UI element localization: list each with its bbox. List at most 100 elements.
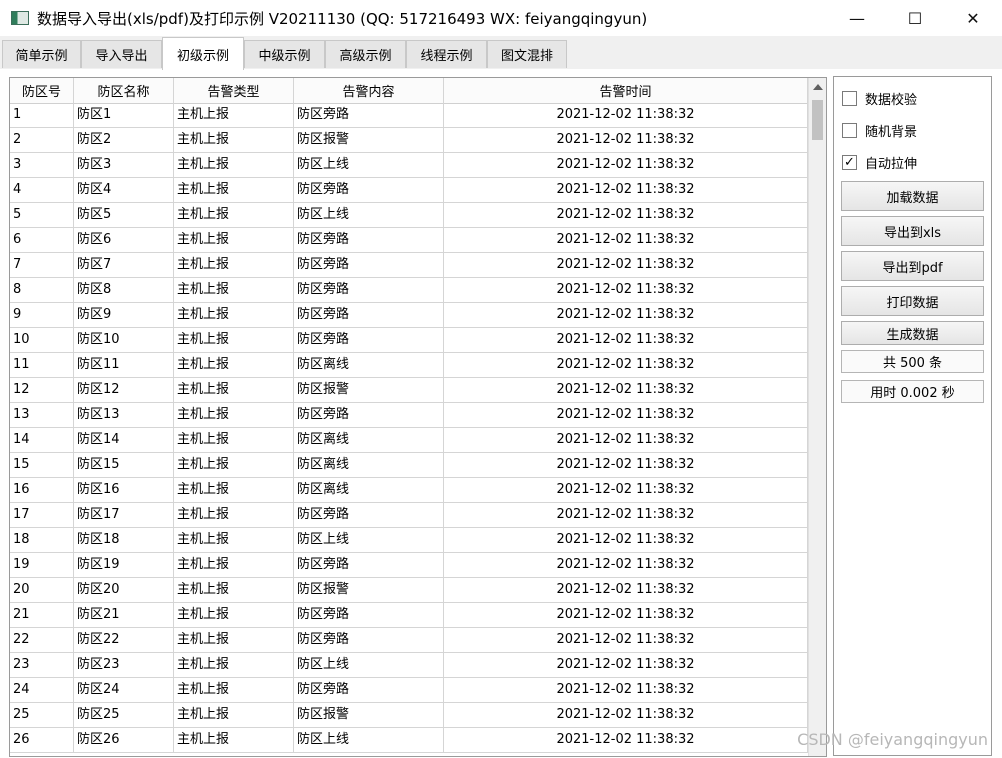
column-header-alarm-content[interactable]: 告警内容 (294, 78, 444, 103)
cell-alarm-content[interactable]: 防区上线 (294, 528, 444, 553)
cell-zone-id[interactable]: 4 (10, 178, 74, 203)
table-row[interactable]: 18 防区18 主机上报 防区上线 2021-12-02 11:38:32 (10, 528, 808, 553)
cell-zone-name[interactable]: 防区5 (74, 203, 174, 228)
cell-zone-name[interactable]: 防区18 (74, 528, 174, 553)
cell-zone-name[interactable]: 防区15 (74, 453, 174, 478)
cell-alarm-time[interactable]: 2021-12-02 11:38:32 (444, 578, 808, 603)
print-data-button[interactable]: 打印数据 (841, 286, 984, 316)
cell-zone-id[interactable]: 5 (10, 203, 74, 228)
cell-alarm-time[interactable]: 2021-12-02 11:38:32 (444, 103, 808, 128)
cell-zone-name[interactable]: 防区14 (74, 428, 174, 453)
cell-alarm-content[interactable]: 防区旁路 (294, 628, 444, 653)
cell-alarm-content[interactable]: 防区旁路 (294, 403, 444, 428)
cell-alarm-type[interactable]: 主机上报 (174, 653, 294, 678)
cell-alarm-content[interactable]: 防区离线 (294, 478, 444, 503)
cell-alarm-content[interactable]: 防区旁路 (294, 253, 444, 278)
tab-advanced[interactable]: 高级示例 (325, 40, 406, 68)
cell-alarm-time[interactable]: 2021-12-02 11:38:32 (444, 403, 808, 428)
cell-alarm-content[interactable]: 防区旁路 (294, 328, 444, 353)
cell-alarm-time[interactable]: 2021-12-02 11:38:32 (444, 703, 808, 728)
cell-alarm-type[interactable]: 主机上报 (174, 253, 294, 278)
tab-image-text[interactable]: 图文混排 (487, 40, 567, 68)
tab-simple[interactable]: 简单示例 (2, 40, 81, 68)
table-row[interactable]: 16 防区16 主机上报 防区离线 2021-12-02 11:38:32 (10, 478, 808, 503)
scroll-up-icon[interactable] (813, 84, 823, 90)
cell-zone-name[interactable]: 防区17 (74, 503, 174, 528)
cell-zone-name[interactable]: 防区4 (74, 178, 174, 203)
cell-zone-id[interactable]: 10 (10, 328, 74, 353)
cell-zone-id[interactable]: 25 (10, 703, 74, 728)
cell-zone-name[interactable]: 防区7 (74, 253, 174, 278)
tab-intermediate[interactable]: 中级示例 (244, 40, 325, 68)
cell-alarm-type[interactable]: 主机上报 (174, 103, 294, 128)
cell-alarm-type[interactable]: 主机上报 (174, 503, 294, 528)
column-header-alarm-type[interactable]: 告警类型 (174, 78, 294, 103)
table-row[interactable]: 6 防区6 主机上报 防区旁路 2021-12-02 11:38:32 (10, 228, 808, 253)
cell-alarm-type[interactable]: 主机上报 (174, 303, 294, 328)
cell-alarm-time[interactable]: 2021-12-02 11:38:32 (444, 603, 808, 628)
column-header-zone-id[interactable]: 防区号 (10, 78, 74, 103)
cell-zone-name[interactable]: 防区16 (74, 478, 174, 503)
cell-zone-name[interactable]: 防区10 (74, 328, 174, 353)
cell-zone-name[interactable]: 防区12 (74, 378, 174, 403)
table-row[interactable]: 19 防区19 主机上报 防区旁路 2021-12-02 11:38:32 (10, 553, 808, 578)
cell-alarm-type[interactable]: 主机上报 (174, 278, 294, 303)
cell-zone-id[interactable]: 15 (10, 453, 74, 478)
cell-zone-id[interactable]: 8 (10, 278, 74, 303)
close-button[interactable]: ✕ (944, 0, 1002, 36)
table-row[interactable]: 1 防区1 主机上报 防区旁路 2021-12-02 11:38:32 (10, 103, 808, 128)
cell-alarm-content[interactable]: 防区上线 (294, 728, 444, 753)
tab-basic[interactable]: 初级示例 (162, 37, 244, 70)
tab-import-export[interactable]: 导入导出 (81, 40, 162, 68)
cell-alarm-time[interactable]: 2021-12-02 11:38:32 (444, 278, 808, 303)
cell-alarm-time[interactable]: 2021-12-02 11:38:32 (444, 553, 808, 578)
cell-zone-id[interactable]: 23 (10, 653, 74, 678)
cell-zone-id[interactable]: 19 (10, 553, 74, 578)
table-row[interactable]: 20 防区20 主机上报 防区报警 2021-12-02 11:38:32 (10, 578, 808, 603)
cell-alarm-time[interactable]: 2021-12-02 11:38:32 (444, 253, 808, 278)
table-row[interactable]: 3 防区3 主机上报 防区上线 2021-12-02 11:38:32 (10, 153, 808, 178)
cell-zone-id[interactable]: 13 (10, 403, 74, 428)
cell-zone-name[interactable]: 防区25 (74, 703, 174, 728)
table-row[interactable]: 7 防区7 主机上报 防区旁路 2021-12-02 11:38:32 (10, 253, 808, 278)
cell-alarm-type[interactable]: 主机上报 (174, 453, 294, 478)
cell-alarm-content[interactable]: 防区旁路 (294, 278, 444, 303)
cell-alarm-type[interactable]: 主机上报 (174, 528, 294, 553)
cell-alarm-content[interactable]: 防区报警 (294, 578, 444, 603)
tab-thread[interactable]: 线程示例 (406, 40, 487, 68)
table-row[interactable]: 4 防区4 主机上报 防区旁路 2021-12-02 11:38:32 (10, 178, 808, 203)
cell-zone-name[interactable]: 防区6 (74, 228, 174, 253)
cell-alarm-content[interactable]: 防区上线 (294, 203, 444, 228)
export-xls-button[interactable]: 导出到xls (841, 216, 984, 246)
checkbox-random-background[interactable]: 随机背景 (842, 121, 917, 140)
cell-alarm-time[interactable]: 2021-12-02 11:38:32 (444, 228, 808, 253)
table-row[interactable]: 13 防区13 主机上报 防区旁路 2021-12-02 11:38:32 (10, 403, 808, 428)
cell-alarm-time[interactable]: 2021-12-02 11:38:32 (444, 678, 808, 703)
cell-alarm-content[interactable]: 防区旁路 (294, 603, 444, 628)
cell-zone-name[interactable]: 防区20 (74, 578, 174, 603)
cell-alarm-content[interactable]: 防区上线 (294, 153, 444, 178)
cell-alarm-content[interactable]: 防区旁路 (294, 678, 444, 703)
checkbox-box[interactable] (842, 123, 857, 138)
cell-alarm-type[interactable]: 主机上报 (174, 478, 294, 503)
cell-zone-id[interactable]: 3 (10, 153, 74, 178)
checkbox-auto-stretch[interactable]: ✓ 自动拉伸 (842, 153, 917, 172)
cell-alarm-type[interactable]: 主机上报 (174, 378, 294, 403)
cell-alarm-type[interactable]: 主机上报 (174, 178, 294, 203)
cell-alarm-time[interactable]: 2021-12-02 11:38:32 (444, 178, 808, 203)
table-row[interactable]: 11 防区11 主机上报 防区离线 2021-12-02 11:38:32 (10, 353, 808, 378)
cell-alarm-time[interactable]: 2021-12-02 11:38:32 (444, 328, 808, 353)
table-row[interactable]: 5 防区5 主机上报 防区上线 2021-12-02 11:38:32 (10, 203, 808, 228)
export-pdf-button[interactable]: 导出到pdf (841, 251, 984, 281)
checkbox-data-validation[interactable]: 数据校验 (842, 89, 917, 108)
table-row[interactable]: 2 防区2 主机上报 防区报警 2021-12-02 11:38:32 (10, 128, 808, 153)
cell-alarm-time[interactable]: 2021-12-02 11:38:32 (444, 528, 808, 553)
cell-alarm-type[interactable]: 主机上报 (174, 328, 294, 353)
cell-zone-name[interactable]: 防区13 (74, 403, 174, 428)
cell-alarm-time[interactable]: 2021-12-02 11:38:32 (444, 653, 808, 678)
cell-zone-name[interactable]: 防区3 (74, 153, 174, 178)
cell-alarm-content[interactable]: 防区旁路 (294, 103, 444, 128)
cell-alarm-type[interactable]: 主机上报 (174, 403, 294, 428)
minimize-button[interactable]: — (828, 0, 886, 36)
table-row[interactable]: 9 防区9 主机上报 防区旁路 2021-12-02 11:38:32 (10, 303, 808, 328)
